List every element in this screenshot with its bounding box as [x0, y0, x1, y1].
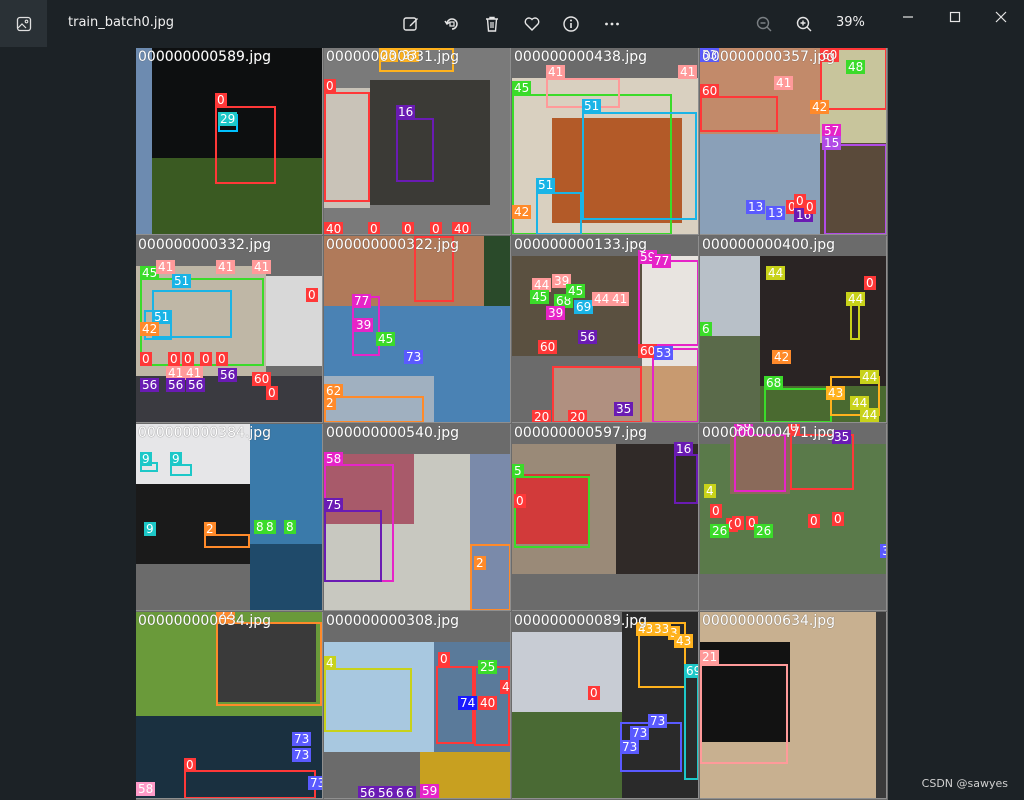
zoom-out-button[interactable]	[752, 12, 776, 36]
title-bar: train_batch0.jpg 39%	[0, 0, 1024, 47]
info-icon	[563, 16, 579, 32]
mosaic-tile: 22 0 73 73 73 58 000000000034.jpg	[136, 612, 323, 799]
tile-label: 000000000384.jpg	[138, 425, 271, 441]
tile-label: 000000000597.jpg	[514, 425, 647, 441]
mosaic-tile: 77 39 45 73 62 2 000000000322.jpg	[324, 236, 511, 423]
more-options-button[interactable]	[600, 12, 624, 36]
rotate-button[interactable]	[440, 12, 464, 36]
mosaic-tile: 21 000000000634.jpg	[700, 612, 887, 799]
close-icon	[995, 11, 1007, 23]
tile-label: 000000000540.jpg	[326, 425, 459, 441]
tile-label: 000000000332.jpg	[138, 237, 271, 253]
maximize-button[interactable]	[940, 6, 970, 28]
tile-label: 000000000089.jpg	[514, 613, 647, 629]
mosaic-tile: 44 0 44 6 42 68 44 43 44 44 000000000400…	[700, 236, 887, 423]
mosaic-tile: 43 33 3 43 69 0 73 73 73 000000000089.jp…	[512, 612, 699, 799]
delete-button[interactable]	[480, 12, 504, 36]
rotate-icon	[444, 18, 458, 30]
tile-label: 000000000631.jpg	[326, 49, 459, 65]
edit-image-button[interactable]	[399, 12, 423, 36]
mosaic-tile: 5 0 16 000000000597.jpg	[512, 424, 699, 611]
watermark: CSDN @sawyes	[921, 777, 1008, 790]
mosaic-tile: 0 16 23 23 40 0 0 0 40 000000000631.jpg	[324, 48, 511, 235]
info-button[interactable]	[559, 12, 583, 36]
tile-label: 000000000357.jpg	[702, 49, 835, 65]
tile-label: 000000000438.jpg	[514, 49, 647, 65]
tile-label: 000000000322.jpg	[326, 237, 459, 253]
edit-image-icon	[403, 17, 418, 31]
mosaic-tile: 59 35 0 4 0 0 0 0 26 26 0 0 3 0000000004…	[700, 424, 887, 611]
delete-icon	[486, 16, 498, 32]
more-options-icon	[605, 22, 619, 26]
tile-label: 000000000400.jpg	[702, 237, 835, 253]
tile-label: 000000000634.jpg	[702, 613, 835, 629]
close-button[interactable]	[986, 6, 1016, 28]
favorite-button[interactable]	[520, 12, 544, 36]
mosaic-tile: 0 29 000000000589.jpg	[136, 48, 323, 235]
tile-label: 000000000471.jpg	[702, 425, 835, 441]
file-title: train_batch0.jpg	[68, 15, 174, 30]
minimize-icon	[903, 16, 913, 18]
mosaic-tile: 9 9 9 2 8 8 8 000000000384.jpg	[136, 424, 323, 611]
tile-label: 000000000589.jpg	[138, 49, 271, 65]
mosaic-tile: 4 0 25 40 74 40 56 56 6 6 59 00000000030…	[324, 612, 511, 799]
mosaic-tile: 53 60 48 60 41 42 57 15 13 13 0 0 16 0 0…	[700, 48, 887, 235]
zoom-out-icon	[756, 16, 772, 32]
zoom-level[interactable]: 39%	[836, 15, 865, 30]
minimize-button[interactable]	[893, 6, 923, 28]
tile-label: 000000000133.jpg	[514, 237, 647, 253]
maximize-icon	[949, 11, 961, 23]
image-mosaic: 0 29 000000000589.jpg 0 16 23 23 40 0 0 …	[136, 48, 888, 800]
mosaic-tile: 45 41 41 41 51 51 42 0 0 0 0 0 0 41 41 5…	[136, 236, 323, 423]
zoom-in-button[interactable]	[792, 12, 816, 36]
favorite-heart-icon	[524, 17, 540, 31]
mosaic-tile: 59 77 44 39 45 68 45 69 39 44 41 56 60 6…	[512, 236, 699, 423]
photos-app-icon[interactable]	[0, 0, 47, 47]
mosaic-tile: 45 51 51 41 41 42 000000000438.jpg	[512, 48, 699, 235]
mosaic-tile: 58 75 2 000000000540.jpg	[324, 424, 511, 611]
zoom-in-icon	[796, 16, 812, 32]
tile-label: 000000000308.jpg	[326, 613, 459, 629]
tile-label: 000000000034.jpg	[138, 613, 271, 629]
